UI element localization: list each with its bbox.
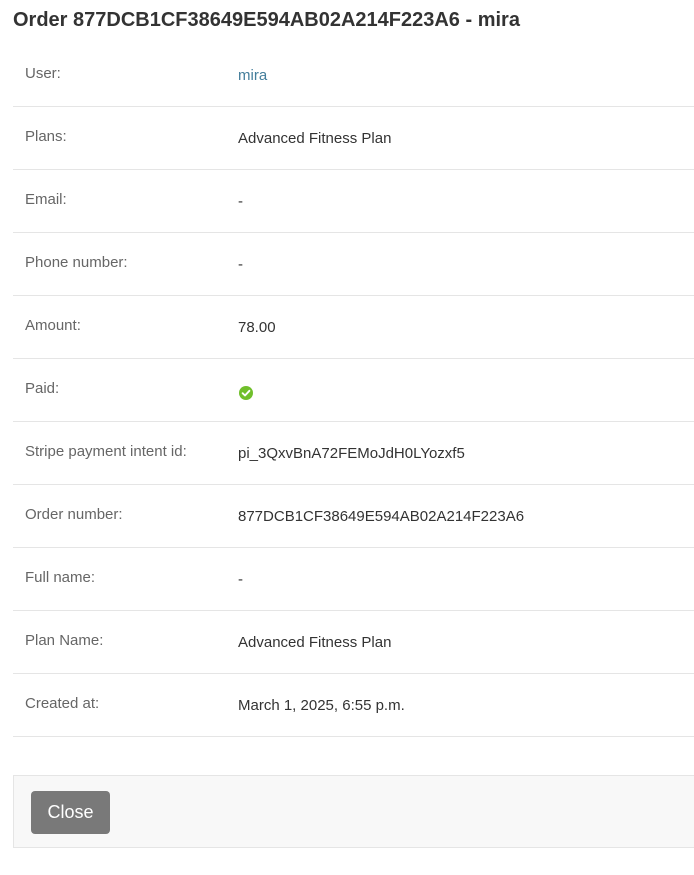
detail-label: User: <box>25 65 61 82</box>
detail-value: - <box>238 571 243 588</box>
detail-value: Advanced Fitness Plan <box>238 634 392 651</box>
detail-label: Stripe payment intent id: <box>25 443 187 460</box>
detail-row-phone: Phone number: - <box>13 233 694 296</box>
detail-label: Order number: <box>25 506 123 523</box>
detail-row-email: Email: - <box>13 170 694 233</box>
detail-row-paid: Paid: <box>13 359 694 422</box>
check-circle-icon <box>239 386 253 400</box>
detail-row-stripe-id: Stripe payment intent id: pi_3QxvBnA72FE… <box>13 422 694 485</box>
detail-value: 877DCB1CF38649E594AB02A214F223A6 <box>238 508 525 525</box>
detail-row-created-at: Created at: March 1, 2025, 6:55 p.m. <box>13 674 694 737</box>
detail-label: Paid: <box>25 380 60 397</box>
detail-label: Plans: <box>25 128 67 145</box>
detail-label: Phone number: <box>25 254 128 271</box>
detail-row-amount: Amount: 78.00 <box>13 296 694 359</box>
page-title: Order 877DCB1CF38649E594AB02A214F223A6 -… <box>13 9 520 31</box>
close-button[interactable]: Close <box>31 791 110 834</box>
detail-value: - <box>238 256 243 273</box>
detail-row-plan-name: Plan Name: Advanced Fitness Plan <box>13 611 694 674</box>
detail-label: Full name: <box>25 569 96 586</box>
detail-value: - <box>238 193 243 210</box>
detail-row-full-name: Full name: - <box>13 548 694 611</box>
detail-value: March 1, 2025, 6:55 p.m. <box>238 697 405 714</box>
detail-label: Plan Name: <box>25 632 104 649</box>
submit-row: Close <box>13 775 694 848</box>
detail-value: pi_3QxvBnA72FEMoJdH0LYozxf5 <box>238 445 465 462</box>
detail-label: Amount: <box>25 317 81 334</box>
user-link[interactable]: mira <box>238 67 267 84</box>
detail-row-plans: Plans: Advanced Fitness Plan <box>13 107 694 170</box>
order-details-table: User: mira Plans: Advanced Fitness Plan … <box>13 44 694 737</box>
detail-label: Created at: <box>25 695 100 712</box>
detail-label: Email: <box>25 191 67 208</box>
detail-row-user: User: mira <box>13 44 694 107</box>
detail-value: Advanced Fitness Plan <box>238 130 392 147</box>
detail-value: 78.00 <box>238 319 276 336</box>
detail-row-order-number: Order number: 877DCB1CF38649E594AB02A214… <box>13 485 694 548</box>
